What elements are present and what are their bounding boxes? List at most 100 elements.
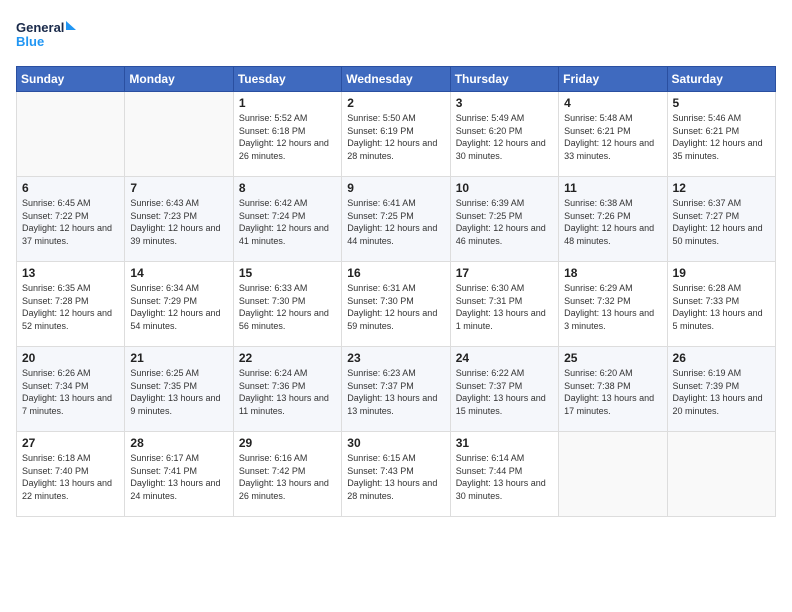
day-number: 25: [564, 351, 661, 365]
calendar-cell: 23 Sunrise: 6:23 AMSunset: 7:37 PMDayligh…: [342, 347, 450, 432]
day-info: Sunrise: 6:29 AMSunset: 7:32 PMDaylight:…: [564, 282, 661, 332]
day-info: Sunrise: 5:46 AMSunset: 6:21 PMDaylight:…: [673, 112, 770, 162]
calendar-cell: 14 Sunrise: 6:34 AMSunset: 7:29 PMDayligh…: [125, 262, 233, 347]
day-info: Sunrise: 6:34 AMSunset: 7:29 PMDaylight:…: [130, 282, 227, 332]
calendar-cell: 24Sunrise: 6:22 AMSunset: 7:37 PMDayligh…: [450, 347, 558, 432]
day-info: Sunrise: 5:48 AMSunset: 6:21 PMDaylight:…: [564, 112, 661, 162]
day-number: 21: [130, 351, 227, 365]
day-info: Sunrise: 6:15 AMSunset: 7:43 PMDaylight:…: [347, 452, 444, 502]
calendar-cell: 18 Sunrise: 6:29 AMSunset: 7:32 PMDayligh…: [559, 262, 667, 347]
calendar-cell: 22 Sunrise: 6:24 AMSunset: 7:36 PMDayligh…: [233, 347, 341, 432]
day-info: Sunrise: 6:30 AMSunset: 7:31 PMDaylight:…: [456, 282, 553, 332]
calendar-week-row: 13 Sunrise: 6:35 AMSunset: 7:28 PMDayligh…: [17, 262, 776, 347]
day-number: 1: [239, 96, 336, 110]
day-number: 27: [22, 436, 119, 450]
column-header-monday: Monday: [125, 67, 233, 92]
column-header-friday: Friday: [559, 67, 667, 92]
calendar-cell: 10Sunrise: 6:39 AMSunset: 7:25 PMDayligh…: [450, 177, 558, 262]
day-info: Sunrise: 6:14 AMSunset: 7:44 PMDaylight:…: [456, 452, 553, 502]
column-header-tuesday: Tuesday: [233, 67, 341, 92]
day-info: Sunrise: 6:26 AMSunset: 7:34 PMDaylight:…: [22, 367, 119, 417]
day-info: Sunrise: 6:18 AMSunset: 7:40 PMDaylight:…: [22, 452, 119, 502]
calendar-cell: 2Sunrise: 5:50 AMSunset: 6:19 PMDaylight…: [342, 92, 450, 177]
calendar-cell: 17Sunrise: 6:30 AMSunset: 7:31 PMDayligh…: [450, 262, 558, 347]
calendar-cell: 27 Sunrise: 6:18 AMSunset: 7:40 PMDayligh…: [17, 432, 125, 517]
day-info: Sunrise: 6:24 AMSunset: 7:36 PMDaylight:…: [239, 367, 336, 417]
day-number: 5: [673, 96, 770, 110]
day-info: Sunrise: 6:45 AMSunset: 7:22 PMDaylight:…: [22, 197, 119, 247]
day-number: 8: [239, 181, 336, 195]
day-info: Sunrise: 6:37 AMSunset: 7:27 PMDaylight:…: [673, 197, 770, 247]
day-number: 24: [456, 351, 553, 365]
day-number: 13: [22, 266, 119, 280]
calendar-cell: [125, 92, 233, 177]
day-info: Sunrise: 6:20 AMSunset: 7:38 PMDaylight:…: [564, 367, 661, 417]
day-info: Sunrise: 5:52 AMSunset: 6:18 PMDaylight:…: [239, 112, 336, 162]
day-number: 9: [347, 181, 444, 195]
day-number: 28: [130, 436, 227, 450]
day-info: Sunrise: 6:23 AMSunset: 7:37 PMDaylight:…: [347, 367, 444, 417]
day-number: 31: [456, 436, 553, 450]
calendar-week-row: 20 Sunrise: 6:26 AMSunset: 7:34 PMDayligh…: [17, 347, 776, 432]
day-info: Sunrise: 6:41 AMSunset: 7:25 PMDaylight:…: [347, 197, 444, 247]
day-number: 15: [239, 266, 336, 280]
calendar-week-row: 1 Sunrise: 5:52 AMSunset: 6:18 PMDaylight…: [17, 92, 776, 177]
column-header-saturday: Saturday: [667, 67, 775, 92]
calendar-cell: 15 Sunrise: 6:33 AMSunset: 7:30 PMDayligh…: [233, 262, 341, 347]
day-number: 19: [673, 266, 770, 280]
calendar-cell: [667, 432, 775, 517]
calendar-cell: 11 Sunrise: 6:38 AMSunset: 7:26 PMDayligh…: [559, 177, 667, 262]
calendar-table: SundayMondayTuesdayWednesdayThursdayFrid…: [16, 66, 776, 517]
page-header: General Blue: [16, 16, 776, 56]
day-info: Sunrise: 6:39 AMSunset: 7:25 PMDaylight:…: [456, 197, 553, 247]
calendar-cell: 1 Sunrise: 5:52 AMSunset: 6:18 PMDaylight…: [233, 92, 341, 177]
calendar-cell: 30Sunrise: 6:15 AMSunset: 7:43 PMDayligh…: [342, 432, 450, 517]
calendar-cell: 16 Sunrise: 6:31 AMSunset: 7:30 PMDayligh…: [342, 262, 450, 347]
calendar-cell: 8 Sunrise: 6:42 AMSunset: 7:24 PMDaylight…: [233, 177, 341, 262]
calendar-cell: [559, 432, 667, 517]
day-info: Sunrise: 6:25 AMSunset: 7:35 PMDaylight:…: [130, 367, 227, 417]
svg-text:General: General: [16, 20, 64, 35]
day-info: Sunrise: 6:33 AMSunset: 7:30 PMDaylight:…: [239, 282, 336, 332]
day-number: 7: [130, 181, 227, 195]
day-info: Sunrise: 6:31 AMSunset: 7:30 PMDaylight:…: [347, 282, 444, 332]
day-number: 16: [347, 266, 444, 280]
day-number: 29: [239, 436, 336, 450]
calendar-week-row: 6 Sunrise: 6:45 AMSunset: 7:22 PMDaylight…: [17, 177, 776, 262]
day-number: 26: [673, 351, 770, 365]
day-number: 6: [22, 181, 119, 195]
calendar-header-row: SundayMondayTuesdayWednesdayThursdayFrid…: [17, 67, 776, 92]
day-info: Sunrise: 6:16 AMSunset: 7:42 PMDaylight:…: [239, 452, 336, 502]
day-info: Sunrise: 5:50 AMSunset: 6:19 PMDaylight:…: [347, 112, 444, 162]
day-info: Sunrise: 6:17 AMSunset: 7:41 PMDaylight:…: [130, 452, 227, 502]
day-number: 20: [22, 351, 119, 365]
logo-svg: General Blue: [16, 16, 76, 56]
calendar-cell: 29 Sunrise: 6:16 AMSunset: 7:42 PMDayligh…: [233, 432, 341, 517]
day-info: Sunrise: 6:42 AMSunset: 7:24 PMDaylight:…: [239, 197, 336, 247]
calendar-cell: 7 Sunrise: 6:43 AMSunset: 7:23 PMDaylight…: [125, 177, 233, 262]
day-info: Sunrise: 6:35 AMSunset: 7:28 PMDaylight:…: [22, 282, 119, 332]
day-number: 4: [564, 96, 661, 110]
day-info: Sunrise: 6:38 AMSunset: 7:26 PMDaylight:…: [564, 197, 661, 247]
calendar-cell: 9 Sunrise: 6:41 AMSunset: 7:25 PMDaylight…: [342, 177, 450, 262]
calendar-cell: 4 Sunrise: 5:48 AMSunset: 6:21 PMDaylight…: [559, 92, 667, 177]
calendar-cell: 13 Sunrise: 6:35 AMSunset: 7:28 PMDayligh…: [17, 262, 125, 347]
calendar-cell: 3Sunrise: 5:49 AMSunset: 6:20 PMDaylight…: [450, 92, 558, 177]
day-number: 22: [239, 351, 336, 365]
day-info: Sunrise: 6:28 AMSunset: 7:33 PMDaylight:…: [673, 282, 770, 332]
calendar-cell: 20 Sunrise: 6:26 AMSunset: 7:34 PMDayligh…: [17, 347, 125, 432]
calendar-cell: 26 Sunrise: 6:19 AMSunset: 7:39 PMDayligh…: [667, 347, 775, 432]
day-number: 18: [564, 266, 661, 280]
day-number: 23: [347, 351, 444, 365]
day-number: 14: [130, 266, 227, 280]
day-number: 12: [673, 181, 770, 195]
logo: General Blue: [16, 16, 76, 56]
day-info: Sunrise: 6:19 AMSunset: 7:39 PMDaylight:…: [673, 367, 770, 417]
calendar-cell: 19 Sunrise: 6:28 AMSunset: 7:33 PMDayligh…: [667, 262, 775, 347]
calendar-cell: 31 Sunrise: 6:14 AMSunset: 7:44 PMDayligh…: [450, 432, 558, 517]
calendar-cell: 28 Sunrise: 6:17 AMSunset: 7:41 PMDayligh…: [125, 432, 233, 517]
calendar-cell: 25 Sunrise: 6:20 AMSunset: 7:38 PMDayligh…: [559, 347, 667, 432]
day-info: Sunrise: 6:43 AMSunset: 7:23 PMDaylight:…: [130, 197, 227, 247]
day-number: 11: [564, 181, 661, 195]
calendar-cell: [17, 92, 125, 177]
